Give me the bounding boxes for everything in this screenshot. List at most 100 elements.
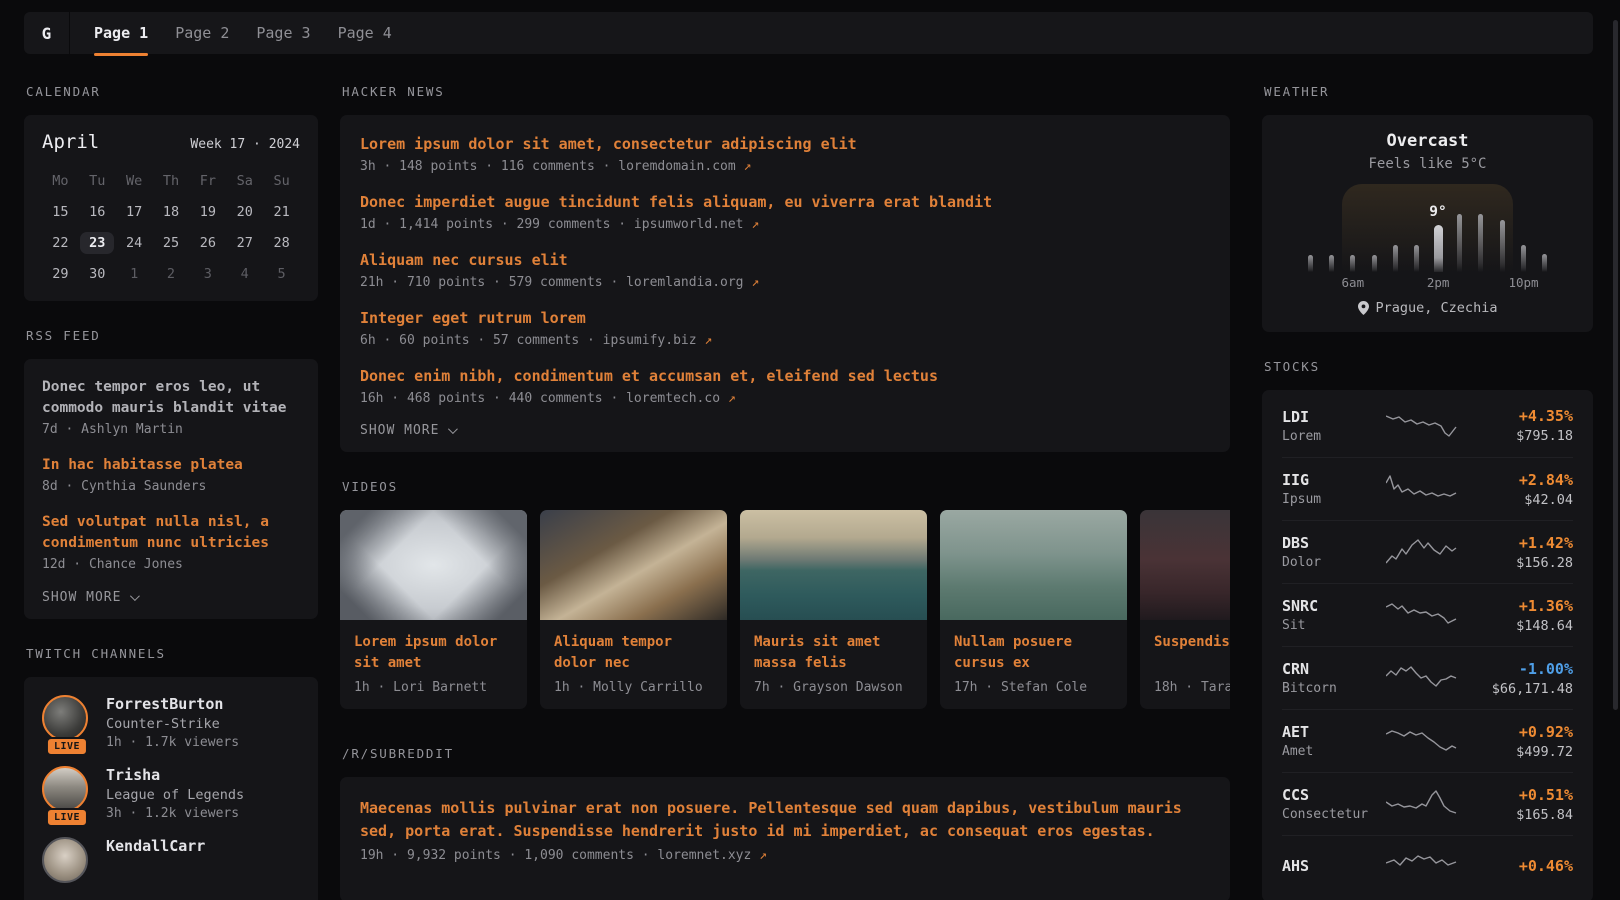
calendar-day: 27 <box>226 227 263 258</box>
video-title: Lorem ipsum dolor sit amet consectetu… <box>354 632 513 674</box>
hour-label: 2pm <box>1427 275 1450 290</box>
twitch-channel-trisha[interactable]: LIVE Trisha League of Legends 3h · 1.2k … <box>42 766 300 821</box>
video-card[interactable]: Aliquam tempor dolor nec pharetra… 1h · … <box>540 510 727 709</box>
weather-hour-bar <box>1500 220 1505 272</box>
video-title: Suspendisse diam <box>1154 632 1230 674</box>
calendar-grid: Mo Tu We Th Fr Sa Su 15 16 17 18 19 20 2… <box>42 165 300 289</box>
reddit-post-link[interactable]: Maecenas mollis pulvinar erat non posuer… <box>360 797 1210 843</box>
twitch-section: TWITCH CHANNELS LIVE ForrestBurton Count… <box>24 646 318 900</box>
rss-item-link[interactable]: Donec tempor eros leo, ut commodo mauris… <box>42 377 300 419</box>
weather-hour-bar <box>1350 255 1355 272</box>
rss-show-more-button[interactable]: SHOW MORE <box>42 590 300 605</box>
twitch-channel-kendallcarr[interactable]: KendallCarr <box>42 837 300 883</box>
stock-price: $66,171.48 <box>1471 681 1573 697</box>
stock-change: +0.51% <box>1471 786 1573 804</box>
weather-hour-bar <box>1521 245 1526 272</box>
stock-sparkline <box>1386 852 1460 882</box>
video-card[interactable]: Suspendisse diam 18h · Tara <box>1140 510 1230 709</box>
hn-item-meta: 6h · 60 points · 57 comments · ipsumify.… <box>360 333 1210 348</box>
external-link-icon[interactable]: ↗ <box>751 217 759 232</box>
calendar-section: CALENDAR April Week 17 · 2024 Mo Tu We T… <box>24 84 318 301</box>
rss-item-meta: 8d · Cynthia Saunders <box>42 479 300 494</box>
calendar-day: 22 <box>42 227 79 258</box>
stock-name: Consectetur <box>1282 807 1374 822</box>
stock-row-aet[interactable]: AET Amet +0.92% $499.72 <box>1282 709 1573 772</box>
video-meta: 1h · Lori Barnett <box>354 680 513 695</box>
channel-avatar <box>42 695 88 741</box>
rss-section: RSS FEED Donec tempor eros leo, ut commo… <box>24 328 318 619</box>
tab-label: Page 4 <box>338 24 392 42</box>
video-card[interactable]: Mauris sit amet massa felis 7h · Grayson… <box>740 510 927 709</box>
calendar-day: 25 <box>153 227 190 258</box>
subreddit-section-title: /R/SUBREDDIT <box>342 746 1230 761</box>
stock-sparkline <box>1386 537 1460 567</box>
stock-symbol: SNRC <box>1282 597 1374 615</box>
video-thumbnail <box>940 510 1127 620</box>
weather-hour-bar <box>1478 214 1483 272</box>
page-scrollbar[interactable] <box>1613 20 1618 710</box>
hn-item: Donec imperdiet augue tincidunt felis al… <box>360 191 1210 232</box>
stock-row-dbs[interactable]: DBS Dolor +1.42% $156.28 <box>1282 520 1573 583</box>
calendar-week-year: Week 17 · 2024 <box>190 137 300 152</box>
channel-meta: 3h · 1.2k viewers <box>106 806 244 821</box>
channel-name: KendallCarr <box>106 837 205 855</box>
rss-item: Donec tempor eros leo, ut commodo mauris… <box>42 377 300 437</box>
stock-row-ldi[interactable]: LDI Lorem +4.35% $795.18 <box>1282 394 1573 457</box>
video-card[interactable]: Lorem ipsum dolor sit amet consectetu… 1… <box>340 510 527 709</box>
hn-item-link[interactable]: Aliquam nec cursus elit <box>360 249 1210 271</box>
stock-row-iig[interactable]: IIG Ipsum +2.84% $42.04 <box>1282 457 1573 520</box>
calendar-day: 2 <box>153 258 190 289</box>
videos-section-title: VIDEOS <box>342 479 1230 494</box>
video-meta: 18h · Tara <box>1154 680 1230 695</box>
hn-item-link[interactable]: Lorem ipsum dolor sit amet, consectetur … <box>360 133 1210 155</box>
twitch-widget: LIVE ForrestBurton Counter-Strike 1h · 1… <box>24 677 318 900</box>
stock-price: $148.64 <box>1471 618 1573 634</box>
tab-page-1[interactable]: Page 1 <box>94 12 148 54</box>
stock-row-snrc[interactable]: SNRC Sit +1.36% $148.64 <box>1282 583 1573 646</box>
hn-meta-text: 16h · 468 points · 440 comments · loremt… <box>360 391 720 406</box>
hour-label: 10pm <box>1508 275 1538 290</box>
dow-label: Su <box>263 165 300 196</box>
calendar-day: 30 <box>79 258 116 289</box>
stock-row-crn[interactable]: CRN Bitcorn -1.00% $66,171.48 <box>1282 646 1573 709</box>
weather-feels-like: Feels like 5°C <box>1282 156 1573 172</box>
tab-page-3[interactable]: Page 3 <box>256 12 310 54</box>
video-meta: 1h · Molly Carrillo <box>554 680 713 695</box>
stock-symbol: AHS <box>1282 857 1374 875</box>
videos-row: Lorem ipsum dolor sit amet consectetu… 1… <box>340 510 1230 709</box>
twitch-channel-forrestburton[interactable]: LIVE ForrestBurton Counter-Strike 1h · 1… <box>42 695 300 750</box>
weather-hour-bar <box>1414 245 1419 272</box>
external-link-icon[interactable]: ↗ <box>744 159 752 174</box>
calendar-day: 5 <box>263 258 300 289</box>
weather-hourly-chart: 9° 6am 2pm 10pm <box>1300 184 1556 288</box>
video-thumbnail <box>740 510 927 620</box>
weather-hour-bar <box>1542 254 1547 272</box>
calendar-day: 17 <box>116 196 153 227</box>
hn-item-link[interactable]: Donec enim nibh, condimentum et accumsan… <box>360 365 1210 387</box>
rss-item-link[interactable]: Sed volutpat nulla nisl, a condimentum n… <box>42 512 300 554</box>
weather-bars <box>1300 184 1556 272</box>
channel-name: ForrestBurton <box>106 695 239 713</box>
channel-avatar <box>42 837 88 883</box>
external-link-icon[interactable]: ↗ <box>759 848 767 863</box>
video-card[interactable]: Nullam posuere cursus ex 17h · Stefan Co… <box>940 510 1127 709</box>
hn-show-more-button[interactable]: SHOW MORE <box>360 423 1210 438</box>
tab-page-4[interactable]: Page 4 <box>338 12 392 54</box>
stock-row-ahs[interactable]: AHS +0.46% <box>1282 835 1573 898</box>
avatar <box>42 837 92 883</box>
external-link-icon[interactable]: ↗ <box>728 391 736 406</box>
external-link-icon[interactable]: ↗ <box>704 333 712 348</box>
stock-symbol: IIG <box>1282 471 1374 489</box>
external-link-icon[interactable]: ↗ <box>751 275 759 290</box>
stock-name: Sit <box>1282 618 1374 633</box>
calendar-day: 1 <box>116 258 153 289</box>
tab-page-2[interactable]: Page 2 <box>175 12 229 54</box>
video-meta: 7h · Grayson Dawson <box>754 680 913 695</box>
chevron-down-icon <box>130 591 140 601</box>
stock-row-ccs[interactable]: CCS Consectetur +0.51% $165.84 <box>1282 772 1573 835</box>
hn-item-link[interactable]: Integer eget rutrum lorem <box>360 307 1210 329</box>
rss-section-title: RSS FEED <box>26 328 318 343</box>
rss-item-link[interactable]: In hac habitasse platea <box>42 455 300 476</box>
stock-name: Lorem <box>1282 429 1374 444</box>
hn-item-link[interactable]: Donec imperdiet augue tincidunt felis al… <box>360 191 1210 213</box>
